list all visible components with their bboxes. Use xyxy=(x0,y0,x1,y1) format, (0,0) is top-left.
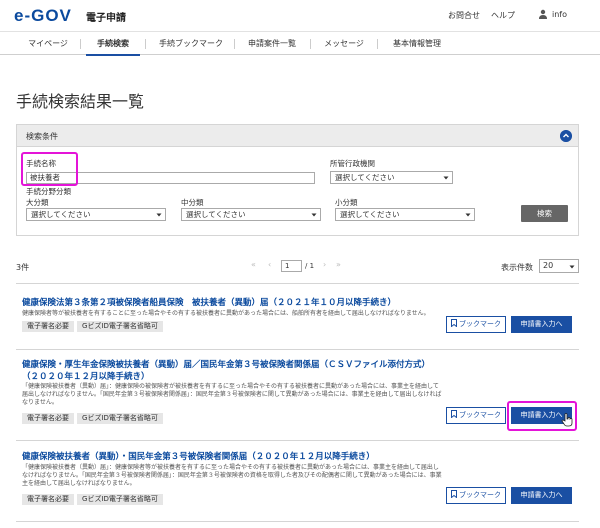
tag-signature-required: 電子署名必要 xyxy=(22,413,74,424)
page-title: 手続検索結果一覧 xyxy=(16,92,145,111)
chevron-down-icon xyxy=(465,213,471,217)
divider xyxy=(16,349,579,350)
chevron-down-icon xyxy=(311,213,317,217)
bookmark-label: ブックマーク xyxy=(459,491,501,499)
small-category-select[interactable]: 選択してください xyxy=(335,208,475,221)
nav-separator xyxy=(377,39,378,49)
bookmark-icon xyxy=(451,410,457,419)
egov-logo[interactable]: e-GOV xyxy=(14,6,72,26)
chevron-down-icon xyxy=(156,213,162,217)
tag-signature-required: 電子署名必要 xyxy=(22,321,74,332)
bookmark-button[interactable]: ブックマーク xyxy=(446,487,506,504)
nav-mypage[interactable]: マイページ xyxy=(18,32,78,56)
pager-next[interactable]: › xyxy=(323,260,326,269)
small-category-label: 小分類 xyxy=(335,198,358,207)
large-category-value: 選択してください xyxy=(31,210,91,219)
agency-label: 所管行政機関 xyxy=(330,159,375,168)
highlight-procedure-name xyxy=(21,152,78,186)
mid-category-select[interactable]: 選択してください xyxy=(181,208,321,221)
mid-category-value: 選択してください xyxy=(186,210,246,219)
per-page-value: 20 xyxy=(543,261,554,270)
tag-gbiz-omit: GビズID電子署名省略可 xyxy=(77,321,163,332)
chevron-up-icon[interactable] xyxy=(560,130,572,142)
nav-procedure-search[interactable]: 手続検索 xyxy=(86,32,140,56)
pager-prev[interactable]: ‹ xyxy=(268,260,271,269)
search-panel: 検索条件 手続名称 被扶養者 所管行政機関 選択してください 手続分野分類 大分… xyxy=(16,124,579,236)
nav-separator xyxy=(145,39,146,49)
user-name[interactable]: info xyxy=(552,10,567,19)
result-title[interactable]: 健康保険法第３条第２項被保険者船員保険 被扶養者（異動）届（２０２１年１０月以降… xyxy=(22,297,422,309)
tag-signature-required: 電子署名必要 xyxy=(22,494,74,505)
result-description: 健康保険者等が被扶養者を有することに至った場合やその有する被扶養者に異動があった… xyxy=(22,310,430,317)
large-category-select[interactable]: 選択してください xyxy=(26,208,166,221)
help-link[interactable]: ヘルプ xyxy=(491,10,515,21)
bookmark-label: ブックマーク xyxy=(459,411,501,419)
hand-cursor-icon xyxy=(561,413,573,427)
page-number-select[interactable]: 1 xyxy=(281,260,302,272)
bookmark-button[interactable]: ブックマーク xyxy=(446,407,506,424)
pager-first[interactable]: « xyxy=(251,260,256,269)
result-description: 「健康保険被扶養者（異動）届」：健康保険者等が被扶養者を有するに至った場合やその… xyxy=(22,464,442,487)
nav-separator xyxy=(234,39,235,49)
nav-separator xyxy=(310,39,311,49)
chevron-down-icon xyxy=(569,265,575,269)
agency-select[interactable]: 選択してください xyxy=(330,171,453,184)
per-page-label: 表示件数 xyxy=(501,263,533,272)
pager-last[interactable]: » xyxy=(336,260,341,269)
small-category-value: 選択してください xyxy=(340,210,400,219)
bookmark-button[interactable]: ブックマーク xyxy=(446,316,506,333)
nav-application-list[interactable]: 申請案件一覧 xyxy=(240,32,304,56)
nav-messages[interactable]: メッセージ xyxy=(316,32,372,56)
nav-bookmarks[interactable]: 手続ブックマーク xyxy=(151,32,231,56)
agency-select-value: 選択してください xyxy=(335,173,395,182)
page-total: / 1 xyxy=(305,262,315,270)
bookmark-icon xyxy=(451,319,457,328)
main-nav: マイページ 手続検索 手続ブックマーク 申請案件一覧 メッセージ 基本情報管理 xyxy=(0,31,600,56)
search-panel-header[interactable]: 検索条件 xyxy=(17,125,578,147)
contact-link[interactable]: お問合せ xyxy=(448,10,480,21)
service-name: 電子申請 xyxy=(86,13,126,24)
divider xyxy=(16,283,579,284)
search-button[interactable]: 検索 xyxy=(521,205,568,222)
mid-category-label: 中分類 xyxy=(181,198,204,207)
nav-basic-info[interactable]: 基本情報管理 xyxy=(383,32,451,56)
result-title[interactable]: 健康保険被扶養者（異動）・国民年金第３号被保険者関係届（２０２０年１２月以降手続… xyxy=(22,451,422,463)
result-description: 「健康保険被扶養者（異動）届」：健康保険の被保険者が被扶養者を有するに至った場合… xyxy=(22,383,442,406)
apply-input-button[interactable]: 申請書入力へ xyxy=(511,487,572,504)
tag-gbiz-omit: GビズID電子署名省略可 xyxy=(77,494,163,505)
divider xyxy=(16,521,579,522)
app-header: e-GOV 電子申請 お問合せ ヘルプ info xyxy=(0,0,600,30)
search-panel-title: 検索条件 xyxy=(26,132,58,141)
chevron-down-icon xyxy=(443,176,449,180)
per-page-select[interactable]: 20 xyxy=(539,259,579,273)
result-title[interactable]: 健康保険・厚生年金保険被扶養者（異動）届／国民年金第３号被保険者関係届（ＣＳＶフ… xyxy=(22,359,442,383)
bookmark-icon xyxy=(451,490,457,499)
field-category-label: 手続分野分類 xyxy=(26,187,71,196)
divider xyxy=(16,440,579,441)
result-count: 3件 xyxy=(16,263,30,272)
nav-separator xyxy=(80,39,81,49)
tag-gbiz-omit: GビズID電子署名省略可 xyxy=(77,413,163,424)
bookmark-label: ブックマーク xyxy=(459,320,501,328)
apply-input-button[interactable]: 申請書入力へ xyxy=(511,316,572,333)
user-icon[interactable] xyxy=(538,9,548,19)
large-category-label: 大分類 xyxy=(26,198,49,207)
